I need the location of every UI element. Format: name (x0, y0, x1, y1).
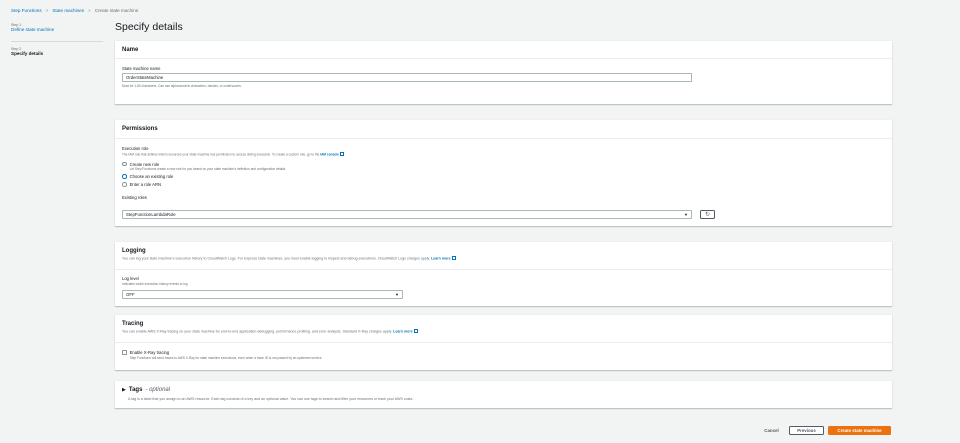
panel-title: Tracing (122, 321, 144, 327)
breadcrumb-step-functions[interactable]: Step Functions (11, 8, 42, 13)
radio-create-new-role[interactable]: Create new role (122, 162, 344, 167)
previous-button[interactable]: Previous (789, 426, 824, 435)
wizard-step-1: Step 1 Define state machine (11, 23, 54, 32)
step-current-specify-details: Specify details (11, 51, 44, 56)
caret-right-icon: ▶ (122, 387, 126, 393)
radio-label: Choose an existing role (129, 174, 174, 179)
field-description: The IAM role that defines which resource… (122, 152, 344, 157)
execution-role-field: Execution role The IAM role that defines… (122, 146, 344, 200)
breadcrumb-current: Create state machine (94, 8, 139, 13)
name-panel-header: Name (115, 41, 892, 59)
refresh-button[interactable]: ↻ (700, 210, 715, 219)
iam-console-link[interactable]: IAM console (320, 153, 339, 157)
external-link-icon (339, 152, 344, 156)
field-description: Indicates which execution history events… (122, 281, 188, 286)
panel-description: You can enable AWS X-Ray tracing on your… (122, 329, 885, 334)
chevron-right-icon: > (45, 8, 49, 13)
caret-down-icon: ▼ (684, 212, 688, 217)
tags-panel: ▶ Tags - optional A tag is a label that … (115, 381, 892, 408)
external-link-icon (451, 256, 456, 260)
tracing-panel-header: Tracing You can enable AWS X-Ray tracing… (115, 315, 892, 343)
field-label: State machine name (122, 66, 161, 71)
breadcrumb-state-machines[interactable]: State machines (52, 8, 84, 13)
optional-label: - optional (145, 387, 171, 393)
panel-title: Name (122, 47, 139, 53)
cancel-button[interactable]: Cancel (760, 426, 783, 435)
panel-description: A tag is a label that you assign to an A… (128, 397, 414, 401)
field-hint: Must be 1-80 characters. Can use alphanu… (122, 84, 242, 88)
log-level-select[interactable]: OFF ▼ (122, 290, 403, 299)
permissions-panel-header: Permissions (115, 120, 892, 139)
radio-icon[interactable] (122, 182, 127, 187)
radio-description: Let Step Functions create a new role for… (129, 167, 287, 171)
external-link-icon (413, 329, 418, 333)
state-machine-name-field: State machine name OrderStateMachine Mus… (122, 66, 692, 88)
checkbox-icon[interactable] (122, 350, 127, 355)
step-link-define-state-machine[interactable]: Define state machine (11, 27, 54, 32)
tags-expand-toggle[interactable]: ▶ Tags - optional (122, 387, 170, 393)
checkbox-description: Step Functions will send traces to AWS X… (129, 355, 323, 360)
logging-panel: Logging You can log your state machine's… (115, 242, 892, 306)
existing-roles-select[interactable]: StepFunctionLambdaRole ▼ (122, 210, 692, 219)
name-panel: Name State machine name OrderStateMachin… (115, 41, 892, 104)
radio-enter-role-arn[interactable]: Enter a role ARN (122, 182, 344, 187)
step-divider (11, 41, 103, 42)
select-value: StepFunctionLambdaRole (126, 212, 176, 217)
radio-label: Create new role (129, 161, 160, 167)
logging-panel-header: Logging You can log your state machine's… (115, 242, 892, 270)
page-title: Specify details (115, 21, 183, 33)
select-value: OFF (126, 292, 135, 297)
radio-icon[interactable] (122, 161, 127, 167)
log-level-field: Log level Indicates which execution hist… (122, 276, 188, 286)
chevron-right-icon: > (88, 8, 91, 13)
field-label: Log level (122, 276, 139, 281)
radio-choose-existing-role[interactable]: Choose an existing role (122, 174, 344, 179)
field-label: Existing roles (122, 195, 147, 200)
caret-down-icon: ▼ (395, 292, 399, 297)
learn-more-link[interactable]: Learn more (431, 257, 451, 261)
create-state-machine-button[interactable]: Create state machine (828, 426, 891, 435)
radio-selected-icon[interactable] (122, 174, 127, 179)
radio-label: Enter a role ARN (129, 182, 162, 187)
learn-more-link[interactable]: Learn more (393, 330, 413, 334)
field-label: Execution role (122, 146, 149, 151)
panel-title: Tags (128, 387, 143, 393)
wizard-step-2: Step 2 Specify details (11, 47, 43, 56)
breadcrumb: Step Functions > State machines > Create… (11, 8, 138, 13)
panel-title: Permissions (122, 126, 158, 132)
panel-description: You can log your state machine's executi… (122, 256, 885, 261)
permissions-panel: Permissions Execution role The IAM role … (115, 120, 892, 226)
checkbox-label: Enable X-Ray tracing (129, 350, 170, 355)
state-machine-name-input[interactable]: OrderStateMachine (122, 73, 692, 82)
enable-xray-tracing-checkbox[interactable]: Enable X-Ray tracing (122, 350, 322, 355)
description-text: You can enable AWS X-Ray tracing on your… (122, 329, 393, 334)
tracing-panel: Tracing You can enable AWS X-Ray tracing… (115, 315, 892, 370)
panel-title: Logging (122, 248, 146, 254)
refresh-icon: ↻ (704, 212, 711, 218)
xray-tracing-field: Enable X-Ray tracing Step Functions will… (122, 350, 322, 360)
description-text: You can log your state machine's executi… (122, 256, 431, 261)
description-text: The IAM role that defines which resource… (122, 152, 320, 157)
